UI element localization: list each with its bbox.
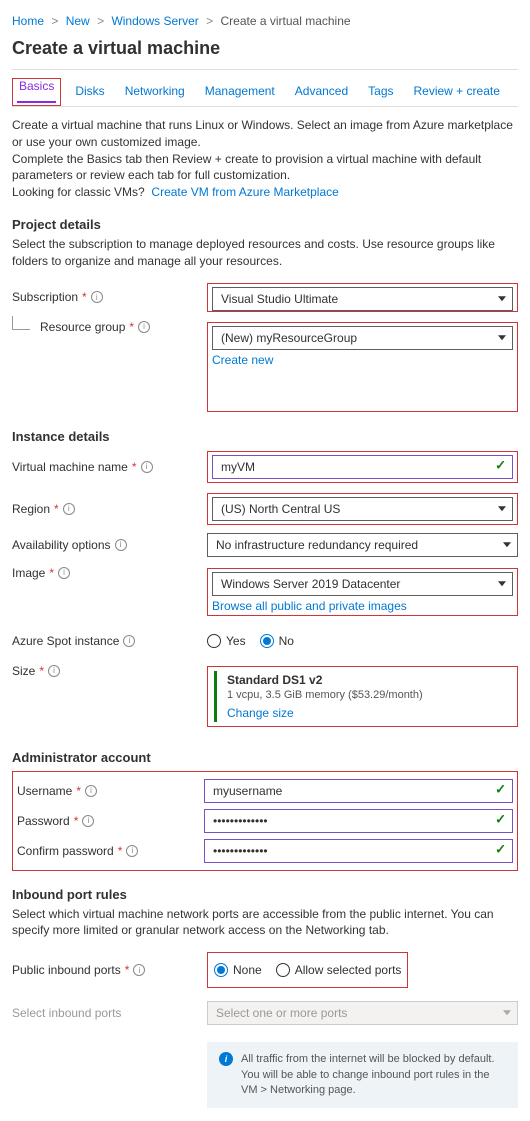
info-icon[interactable]: i	[63, 503, 75, 515]
info-icon: i	[219, 1052, 233, 1066]
username-label: Username* i	[17, 784, 204, 798]
size-value: Standard DS1 v2	[227, 673, 511, 687]
browse-images-link[interactable]: Browse all public and private images	[212, 596, 407, 613]
info-panel: i All traffic from the internet will be …	[207, 1042, 518, 1108]
confirm-password-input[interactable]: •••••••••••••✓	[204, 839, 513, 863]
confirm-password-label: Confirm password* i	[17, 844, 204, 858]
create-new-rg-link[interactable]: Create new	[212, 350, 273, 367]
size-spec: 1 vcpu, 3.5 GiB memory ($53.29/month)	[227, 687, 511, 703]
password-label: Password* i	[17, 814, 204, 828]
tab-review[interactable]: Review + create	[412, 78, 502, 106]
admin-account-heading: Administrator account	[12, 732, 518, 767]
check-icon: ✓	[495, 781, 506, 797]
crumb-current: Create a virtual machine	[221, 14, 351, 28]
chevron-down-icon	[498, 581, 506, 586]
region-label: Region* i	[12, 502, 207, 516]
subscription-dropdown[interactable]: Visual Studio Ultimate	[212, 287, 513, 311]
vm-name-input[interactable]: myVM✓	[212, 455, 513, 479]
tab-tags[interactable]: Tags	[366, 78, 395, 106]
project-details-desc: Select the subscription to manage deploy…	[12, 234, 518, 278]
ports-allow-radio[interactable]: Allow selected ports	[276, 963, 402, 977]
subscription-label: Subscription* i	[12, 290, 207, 304]
image-label: Image* i	[12, 566, 207, 580]
intro-text: Create a virtual machine that runs Linux…	[12, 107, 518, 205]
chevron-down-icon	[498, 335, 506, 340]
spot-no-radio[interactable]: No	[260, 634, 294, 648]
select-inbound-label: Select inbound ports	[12, 1006, 207, 1020]
tab-advanced[interactable]: Advanced	[293, 78, 350, 106]
spot-instance-label: Azure Spot instance i	[12, 634, 207, 648]
chevron-down-icon	[498, 296, 506, 301]
info-icon[interactable]: i	[58, 567, 70, 579]
classic-vm-link[interactable]: Create VM from Azure Marketplace	[151, 185, 338, 199]
check-icon: ✓	[495, 811, 506, 827]
instance-details-heading: Instance details	[12, 417, 518, 446]
chevron-down-icon	[503, 542, 511, 547]
info-icon[interactable]: i	[82, 815, 94, 827]
check-icon: ✓	[495, 841, 506, 857]
availability-dropdown[interactable]: No infrastructure redundancy required	[207, 533, 518, 557]
project-details-heading: Project details	[12, 205, 518, 234]
availability-label: Availability options i	[12, 538, 207, 552]
region-dropdown[interactable]: (US) North Central US	[212, 497, 513, 521]
change-size-link[interactable]: Change size	[227, 703, 294, 720]
username-input[interactable]: myusername✓	[204, 779, 513, 803]
info-icon[interactable]: i	[85, 785, 97, 797]
check-icon: ✓	[495, 457, 506, 473]
resource-group-label: Resource group* i	[12, 320, 207, 334]
crumb-windows-server[interactable]: Windows Server	[111, 14, 198, 28]
vm-name-label: Virtual machine name* i	[12, 460, 207, 474]
inbound-ports-heading: Inbound port rules	[12, 873, 518, 904]
image-dropdown[interactable]: Windows Server 2019 Datacenter	[212, 572, 513, 596]
crumb-home[interactable]: Home	[12, 14, 44, 28]
tab-basics[interactable]: Basics	[17, 73, 56, 103]
password-input[interactable]: •••••••••••••✓	[204, 809, 513, 833]
spot-yes-radio[interactable]: Yes	[207, 634, 246, 648]
size-label: Size* i	[12, 664, 207, 678]
ports-none-radio[interactable]: None	[214, 963, 262, 977]
info-icon[interactable]: i	[126, 845, 138, 857]
page-title: Create a virtual machine	[12, 36, 518, 69]
tab-networking[interactable]: Networking	[123, 78, 187, 106]
tab-bar: Basics Disks Networking Management Advan…	[12, 72, 518, 107]
info-icon[interactable]: i	[123, 635, 135, 647]
info-icon[interactable]: i	[138, 321, 150, 333]
breadcrumb: Home > New > Windows Server > Create a v…	[12, 10, 518, 36]
select-inbound-dropdown: Select one or more ports	[207, 1001, 518, 1025]
info-icon[interactable]: i	[115, 539, 127, 551]
info-icon[interactable]: i	[133, 964, 145, 976]
resource-group-dropdown[interactable]: (New) myResourceGroup	[212, 326, 513, 350]
info-icon[interactable]: i	[91, 291, 103, 303]
crumb-new[interactable]: New	[66, 14, 90, 28]
chevron-down-icon	[498, 506, 506, 511]
public-inbound-label: Public inbound ports* i	[12, 963, 207, 977]
info-icon[interactable]: i	[48, 665, 60, 677]
chevron-down-icon	[503, 1010, 511, 1015]
inbound-ports-desc: Select which virtual machine network por…	[12, 904, 518, 948]
tab-management[interactable]: Management	[203, 78, 277, 106]
tab-disks[interactable]: Disks	[73, 78, 106, 106]
info-icon[interactable]: i	[141, 461, 153, 473]
